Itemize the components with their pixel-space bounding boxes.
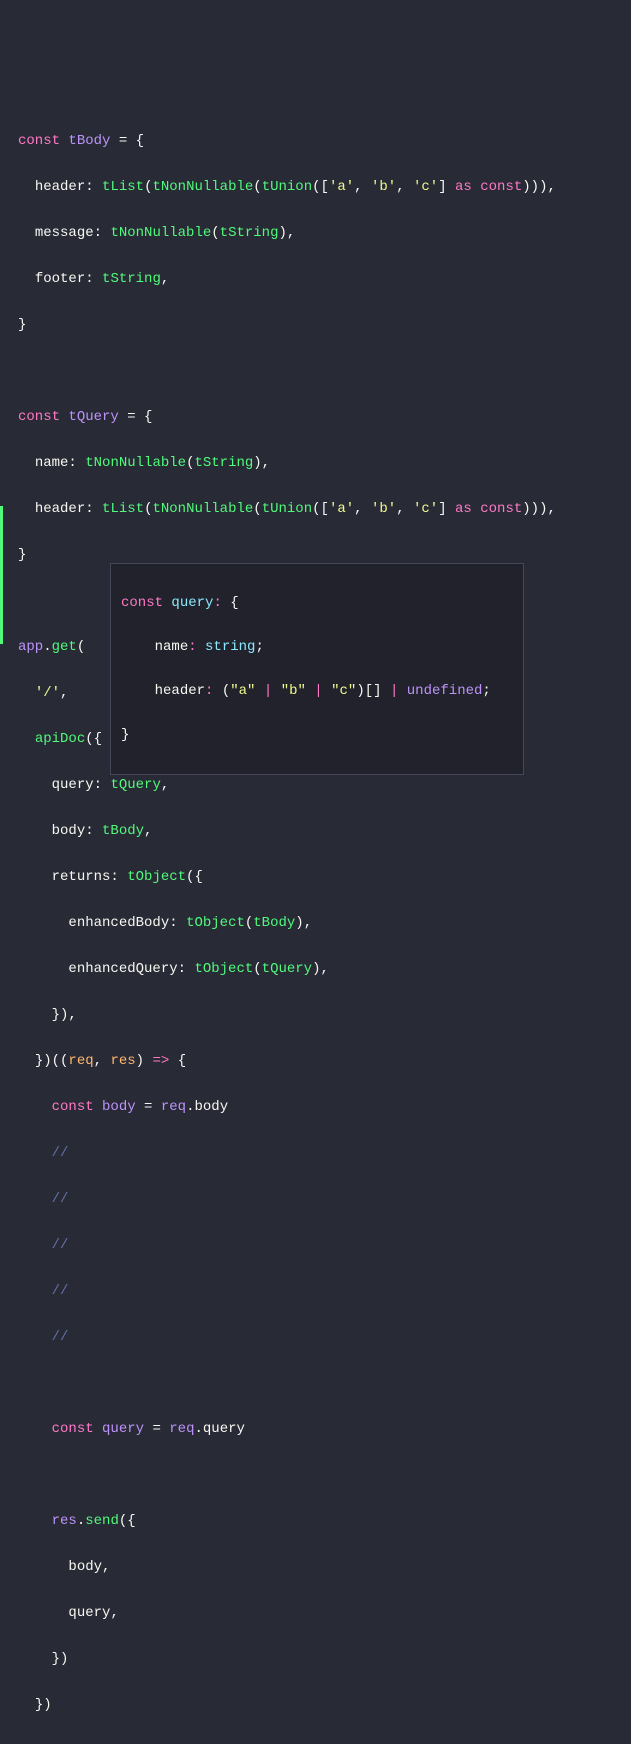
code-line: name: tNonNullable(tString), bbox=[18, 452, 631, 475]
code-line: enhancedBody: tObject(tBody), bbox=[18, 912, 631, 935]
code-line: header: tList(tNonNullable(tUnion(['a', … bbox=[18, 176, 631, 199]
code-line: // bbox=[18, 1234, 631, 1257]
code-line: body, bbox=[18, 1556, 631, 1579]
code-line: query, bbox=[18, 1602, 631, 1625]
code-line: message: tNonNullable(tString), bbox=[18, 222, 631, 245]
code-line: // bbox=[18, 1142, 631, 1165]
code-line: header: tList(tNonNullable(tUnion(['a', … bbox=[18, 498, 631, 521]
code-line: query: tQuery, bbox=[18, 774, 631, 797]
code-line: body: tBody, bbox=[18, 820, 631, 843]
code-line: }) bbox=[18, 1648, 631, 1671]
code-line: const tQuery = { bbox=[18, 406, 631, 429]
code-line: const body = req.body bbox=[18, 1096, 631, 1119]
code-line bbox=[18, 360, 631, 383]
code-line: res.send({ bbox=[18, 1510, 631, 1533]
code-line: }) bbox=[18, 1694, 631, 1717]
code-line bbox=[18, 1372, 631, 1395]
code-editor[interactable]: const tBody = { header: tList(tNonNullab… bbox=[4, 107, 631, 1744]
code-line: ) bbox=[18, 1740, 631, 1744]
code-line: // bbox=[18, 1188, 631, 1211]
code-line: // bbox=[18, 1280, 631, 1303]
code-line: } bbox=[18, 314, 631, 337]
code-line: // bbox=[18, 1326, 631, 1349]
code-line: const query = req.query bbox=[18, 1418, 631, 1441]
code-line: const tBody = { bbox=[18, 130, 631, 153]
code-line: footer: tString, bbox=[18, 268, 631, 291]
type-hover-tooltip: const query: { name: string; header: ("a… bbox=[110, 563, 524, 775]
code-line bbox=[18, 1464, 631, 1487]
code-line: enhancedQuery: tObject(tQuery), bbox=[18, 958, 631, 981]
code-line: returns: tObject({ bbox=[18, 866, 631, 889]
code-line: }), bbox=[18, 1004, 631, 1027]
code-line: })((req, res) => { bbox=[18, 1050, 631, 1073]
git-gutter-added bbox=[0, 506, 3, 644]
